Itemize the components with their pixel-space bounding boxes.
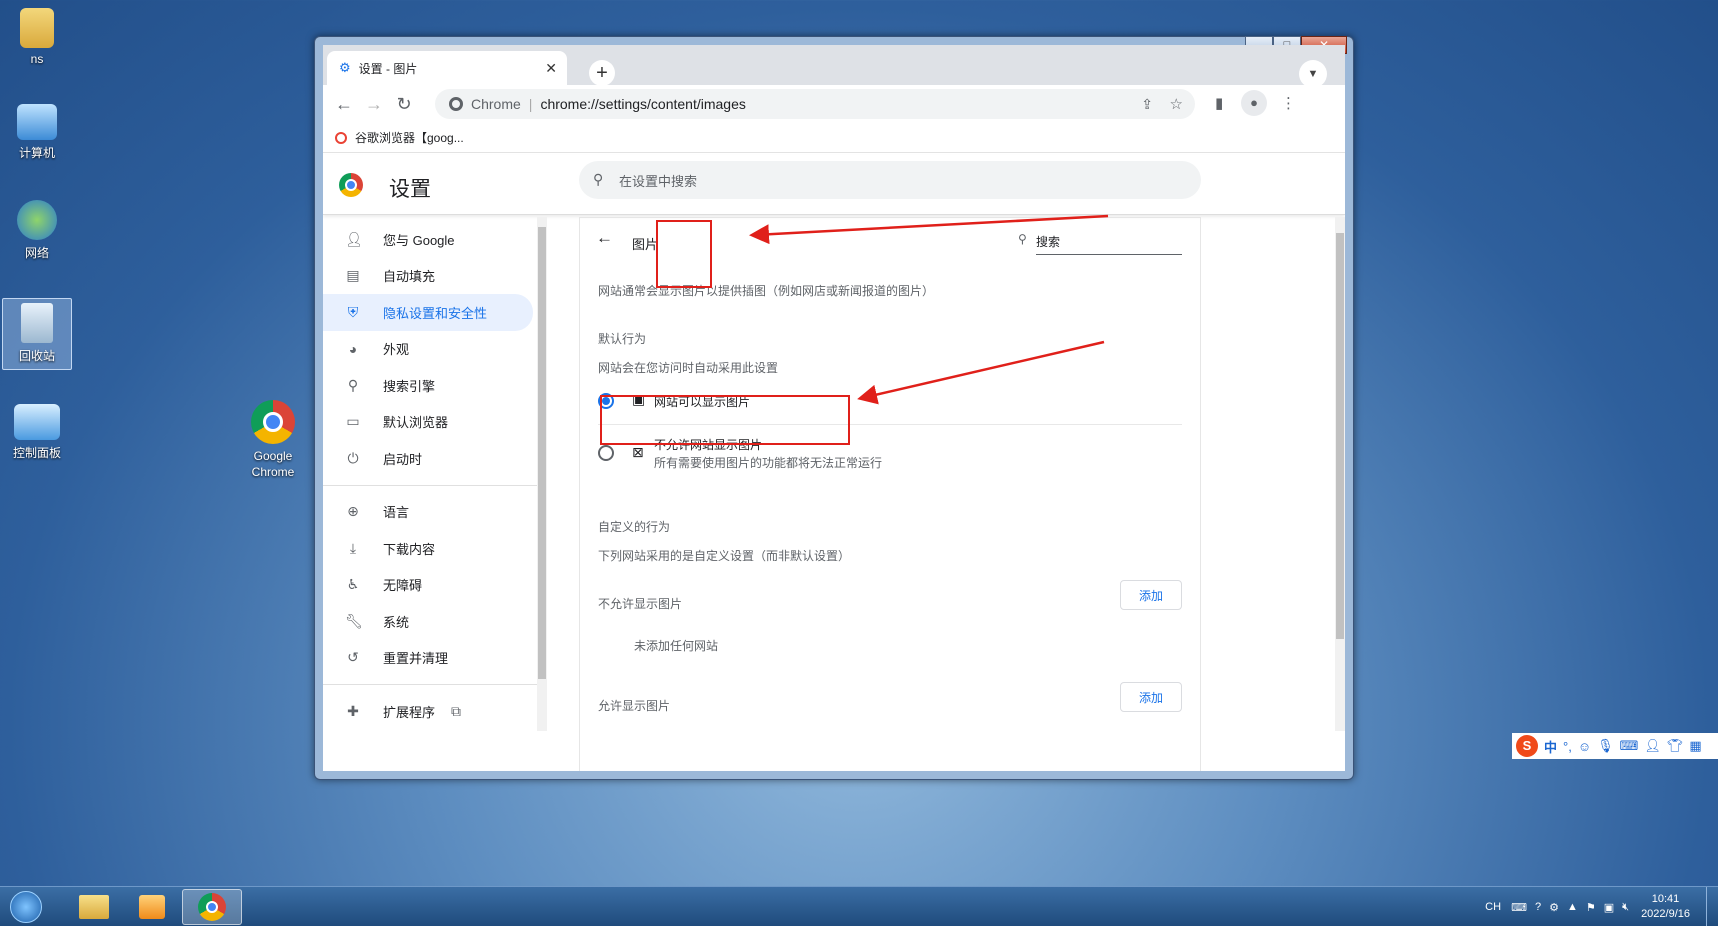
media-player-icon [139,895,165,919]
punctuation-icon[interactable]: °, [1563,739,1572,754]
folder-icon [79,895,109,919]
skin-shirt-icon[interactable]: 👕︎ [1667,738,1684,754]
show-desktop-button[interactable] [1706,887,1718,926]
taskbar: CH ⌨ ? ⚙ ▲ ⚑ ▣ 🔇︎ 10:41 2022/9/16 [0,886,1718,926]
annotation-arrow-allow [857,340,1105,405]
microphone-icon[interactable]: 🎙︎ [1597,738,1614,754]
action-center-flag-icon[interactable]: ⚑ [1586,901,1596,914]
start-button[interactable] [4,889,48,925]
taskbar-explorer[interactable] [66,889,122,925]
annotation-arrows [749,214,1109,405]
clock-date: 2022/9/16 [1641,908,1690,920]
show-hidden-icons-chevron-icon[interactable]: ▲ [1567,901,1578,913]
clock[interactable]: 10:41 2022/9/16 [1641,892,1690,922]
taskbar-chrome[interactable] [182,889,242,925]
system-tray: CH ⌨ ? ⚙ ▲ ⚑ ▣ 🔇︎ 10:41 2022/9/16 [1485,887,1718,926]
menu-grid-icon[interactable]: ▦ [1689,738,1701,754]
annotation-arrow-heading [749,214,1109,245]
keyboard-tray-icon[interactable]: ⌨ [1511,901,1527,914]
ime-toolbar: S 中 °, ☺ 🎙︎ ⌨ 👤︎ 👕︎ ▦ [1512,733,1718,759]
user-icon[interactable]: 👤︎ [1644,738,1661,754]
volume-muted-icon[interactable]: 🔇︎ [1622,901,1629,914]
settings-tray-icon[interactable]: ⚙ [1549,901,1559,914]
taskbar-media-player[interactable] [124,889,180,925]
language-indicator[interactable]: CH [1485,901,1501,913]
help-icon[interactable]: ? [1535,901,1541,913]
keyboard-icon[interactable]: ⌨ [1620,738,1639,754]
emoji-icon[interactable]: ☺ [1578,739,1591,754]
clock-time: 10:41 [1651,893,1680,905]
ime-mode-label[interactable]: 中 [1544,737,1557,756]
network-tray-icon[interactable]: ▣ [1604,901,1614,914]
windows-logo-icon [10,891,42,923]
sogou-s-icon[interactable]: S [1516,735,1538,757]
chrome-icon [198,893,226,921]
